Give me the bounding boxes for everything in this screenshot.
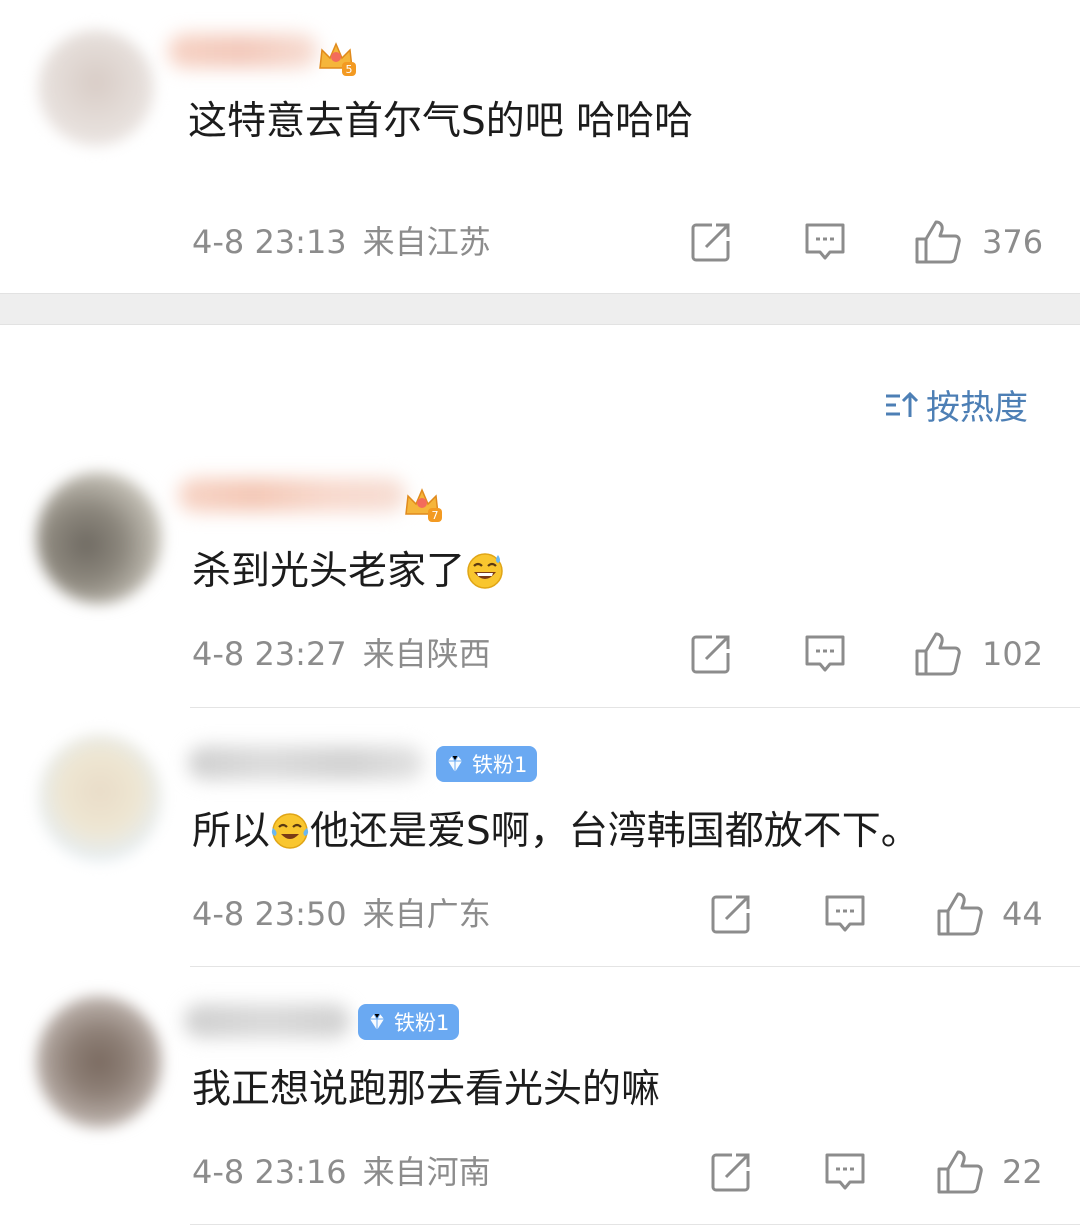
comment-icon[interactable] [804, 633, 846, 675]
like-icon[interactable] [936, 891, 984, 937]
share-icon[interactable] [710, 1151, 752, 1193]
comment-icon[interactable] [824, 893, 866, 935]
comment-location: 来自陕西 [362, 635, 491, 673]
username[interactable] [188, 746, 424, 780]
username[interactable] [178, 478, 406, 512]
comment-time: 4-8 23:16 [192, 1153, 347, 1191]
comment-text: 所以 他还是爱S啊，台湾韩国都放不下。 [192, 808, 920, 856]
comment-text: 我正想说跑那去看光头的嘛 [192, 1067, 661, 1112]
username[interactable] [184, 1004, 350, 1038]
comment-location: 来自广东 [362, 895, 491, 933]
like-count: 102 [982, 635, 1044, 673]
divider [190, 1224, 1080, 1225]
avatar[interactable] [38, 734, 162, 862]
like-count: 44 [1002, 895, 1043, 933]
like-icon[interactable] [936, 1149, 984, 1195]
share-icon[interactable] [710, 893, 752, 935]
avatar[interactable] [38, 30, 154, 146]
avatar[interactable] [36, 472, 162, 604]
comment-icon[interactable] [804, 221, 846, 263]
avatar[interactable] [36, 996, 162, 1128]
like-count: 22 [1002, 1153, 1043, 1191]
vip-level: 7 [432, 509, 439, 522]
comment-meta: 4-8 23:27 来自陕西 [192, 634, 491, 674]
comment-location: 来自河南 [362, 1153, 491, 1191]
share-icon[interactable] [690, 633, 732, 675]
comment-time: 4-8 23:13 [192, 223, 347, 261]
comment-text-part: 他还是爱S啊，台湾韩国都放不下。 [310, 809, 920, 854]
comment-text: 杀到光头老家了 [192, 548, 505, 596]
share-icon[interactable] [690, 221, 732, 263]
fan-badge-label: 铁粉1 [472, 753, 528, 777]
divider [190, 707, 1080, 708]
diamond-icon [370, 1013, 384, 1030]
comment-text-part: 杀到光头老家了 [192, 549, 466, 594]
username[interactable] [168, 34, 318, 68]
comment-text: 这特意去首尔气S的吧 哈哈哈 [188, 99, 694, 144]
grinning-sweat-emoji [467, 553, 503, 589]
fan-badge: 铁粉1 [436, 746, 538, 782]
comment-meta: 4-8 23:13 来自江苏 [192, 222, 491, 262]
vip-level: 5 [346, 63, 353, 76]
sort-label: 按热度 [926, 388, 1028, 428]
comment-meta: 4-8 23:50 来自广东 [192, 894, 491, 934]
comment-text-part: 所以 [192, 809, 271, 854]
like-icon[interactable] [914, 631, 962, 677]
like-count: 376 [982, 223, 1044, 261]
comment-icon[interactable] [824, 1151, 866, 1193]
vip-crown-icon: 5 [319, 42, 356, 76]
sort-icon [886, 391, 919, 417]
comment-location: 来自江苏 [362, 223, 491, 261]
section-separator [0, 293, 1080, 325]
fan-badge: 铁粉1 [358, 1004, 460, 1040]
like-icon[interactable] [914, 219, 962, 265]
crying-laughing-emoji [271, 813, 309, 849]
comment-time: 4-8 23:50 [192, 895, 347, 933]
sort-toggle[interactable]: 按热度 [884, 380, 1028, 429]
vip-crown-icon: 7 [405, 488, 442, 522]
divider [190, 966, 1080, 967]
comment-time: 4-8 23:27 [192, 635, 347, 673]
diamond-icon [448, 755, 462, 772]
fan-badge-label: 铁粉1 [394, 1011, 450, 1035]
comment-meta: 4-8 23:16 来自河南 [192, 1152, 491, 1192]
